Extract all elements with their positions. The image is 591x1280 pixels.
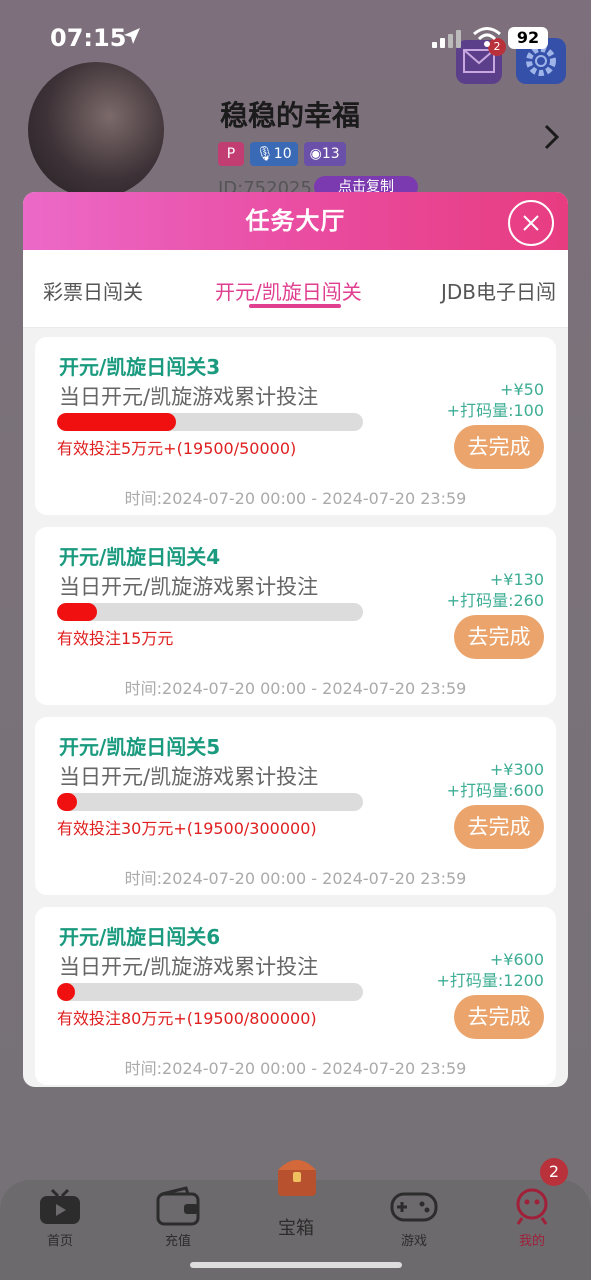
reward: +¥50 +打码量:100 [447,379,544,421]
wallet-icon [156,1186,200,1226]
task-title: 开元/凯旋日闯关3 [59,355,221,379]
progress-fill [57,983,76,1001]
progress-text: 有效投注80万元+(19500/800000) [57,1009,317,1028]
nav-mine-label: 我的 [518,1234,545,1249]
task-title: 开元/凯旋日闯关6 [59,925,221,949]
task-card: 开元/凯旋日闯关3 当日开元/凯旋游戏累计投注 有效投注5万元+(19500/5… [35,337,556,515]
nav-home-label: 首页 [46,1234,73,1249]
complete-button[interactable]: 去完成 [454,425,544,469]
nav-chest-label: 宝箱 [278,1218,314,1239]
chest-icon[interactable] [272,1148,322,1200]
progress-text: 有效投注5万元+(19500/50000) [57,439,297,458]
task-time: 时间:2024-07-20 00:00 - 2024-07-20 23:59 [124,489,467,508]
reward-wager: +打码量:100 [446,401,544,420]
progress-fill [57,793,77,811]
user-badges: P 🎙10 ◉13 [218,142,346,166]
complete-button[interactable]: 去完成 [454,615,544,659]
reward-money: +¥600 [489,950,544,969]
task-time: 时间:2024-07-20 00:00 - 2024-07-20 23:59 [124,679,467,698]
username: 稳稳的幸福 [220,99,361,132]
reward-wager: +打码量:260 [446,591,544,610]
chevron-right-icon[interactable] [542,122,562,152]
gamepad-icon [390,1192,438,1222]
progress-text: 有效投注30万元+(19500/300000) [57,819,317,838]
location-arrow-icon [124,28,140,44]
battery-indicator: 92 [508,27,548,49]
complete-button[interactable]: 去完成 [454,805,544,849]
task-hall-modal: 任务大厅 彩票日闯关 开元/凯旋日闯关 JDB电子日闯 开元/凯旋日闯关3 当日… [23,192,568,1087]
reward: +¥130 +打码量:260 [447,569,544,611]
status-bar: 07:15 92 [0,0,591,80]
task-desc: 当日开元/凯旋游戏累计投注 [59,955,319,979]
home-indicator [190,1262,402,1268]
level-badge: P [218,142,244,166]
mic-count: 10 [273,146,292,162]
reward-money: +¥130 [489,570,544,589]
close-icon [523,215,539,231]
coin-badge: ◉13 [303,142,346,166]
reward: +¥600 +打码量:1200 [436,949,544,991]
progress-fill [57,413,177,431]
reward-wager: +打码量:1200 [436,971,544,990]
reward-wager: +打码量:600 [446,781,544,800]
modal-header: 任务大厅 [23,192,568,250]
task-title: 开元/凯旋日闯关5 [59,735,221,759]
progress-bar [57,413,363,431]
task-tabs: 彩票日闯关 开元/凯旋日闯关 JDB电子日闯 [23,250,568,328]
task-time: 时间:2024-07-20 00:00 - 2024-07-20 23:59 [124,869,467,888]
mic-badge: 🎙10 [250,142,298,166]
signal-icon [432,30,461,48]
reward: +¥300 +打码量:600 [447,759,544,801]
task-card: 开元/凯旋日闯关5 当日开元/凯旋游戏累计投注 有效投注30万元+(19500/… [35,717,556,895]
coin-count: 13 [321,146,340,162]
nav-game[interactable]: 游戏 [374,1186,454,1249]
complete-button[interactable]: 去完成 [454,995,544,1039]
task-desc: 当日开元/凯旋游戏累计投注 [59,575,319,599]
progress-bar [57,603,363,621]
nav-game-label: 游戏 [400,1234,427,1249]
task-card: 开元/凯旋日闯关6 当日开元/凯旋游戏累计投注 有效投注80万元+(19500/… [35,907,556,1085]
nav-recharge[interactable]: 充值 [138,1186,218,1249]
task-card: 开元/凯旋日闯关4 当日开元/凯旋游戏累计投注 有效投注15万元 +¥130 +… [35,527,556,705]
active-tab-indicator [249,304,341,308]
progress-bar [57,983,363,1001]
reward-money: +¥50 [500,380,544,399]
profile-icon [516,1188,548,1225]
close-button[interactable] [508,200,554,246]
avatar[interactable] [28,62,164,198]
progress-fill [57,603,97,621]
task-desc: 当日开元/凯旋游戏累计投注 [59,385,319,409]
task-desc: 当日开元/凯旋游戏累计投注 [59,765,319,789]
progress-bar [57,793,363,811]
nav-mine[interactable]: 我的 [492,1186,572,1249]
task-title: 开元/凯旋日闯关4 [59,545,221,569]
tab-lottery[interactable]: 彩票日闯关 [43,276,143,305]
modal-title: 任务大厅 [245,207,346,235]
mine-badge: 2 [540,1158,568,1186]
wifi-icon [473,27,501,47]
tv-icon [40,1188,80,1224]
status-time: 07:15 [50,24,127,52]
nav-chest[interactable]: 宝箱 [256,1210,336,1240]
nav-recharge-label: 充值 [164,1234,191,1249]
tab-kaiyuan[interactable]: 开元/凯旋日闯关 [215,276,362,305]
tab-jdb[interactable]: JDB电子日闯 [441,276,556,305]
progress-text: 有效投注15万元 [57,629,174,648]
reward-money: +¥300 [489,760,544,779]
nav-home[interactable]: 首页 [20,1186,100,1249]
task-time: 时间:2024-07-20 00:00 - 2024-07-20 23:59 [124,1059,467,1078]
